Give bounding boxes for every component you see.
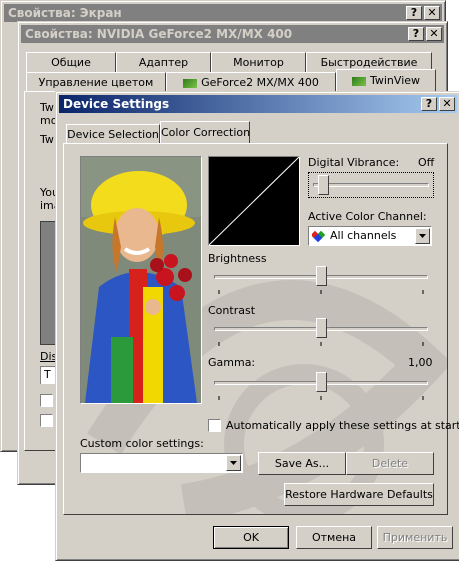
close-button[interactable]: ✕: [439, 97, 455, 111]
gamma-slider[interactable]: [208, 372, 434, 404]
nvidia-logo-icon: [351, 76, 366, 86]
contrast-slider[interactable]: [208, 318, 434, 350]
tab-device-selection[interactable]: Device Selection: [66, 124, 160, 144]
device-settings-title: Device Settings: [63, 97, 170, 111]
ok-button[interactable]: OK: [213, 526, 289, 549]
partial-text: Tw: [40, 133, 54, 146]
digital-vibrance-slider[interactable]: [308, 172, 434, 198]
slider-thumb[interactable]: [315, 372, 327, 392]
partial-checkbox[interactable]: [40, 394, 53, 407]
preview-photo: [80, 156, 202, 404]
display-properties-titlebar: Свойства: Экран ? ✕: [4, 4, 442, 22]
auto-apply-checkbox[interactable]: [208, 419, 221, 432]
close-button[interactable]: ✕: [426, 27, 442, 41]
tab-label: TwinView: [369, 74, 421, 87]
slider-thumb[interactable]: [318, 175, 330, 195]
contrast-label: Contrast: [208, 304, 256, 317]
nvidia-properties-titlebar: Свойства: NVIDIA GeForce2 MX/MX 400 ? ✕: [21, 25, 444, 43]
active-channel-dropdown[interactable]: All channels: [308, 226, 432, 246]
tab-label: Монитор: [233, 56, 284, 69]
device-settings-dialog: Device Settings ? ✕ Device Selection Col…: [55, 91, 459, 561]
delete-label: Delete: [371, 457, 409, 470]
slider-track: [313, 183, 429, 187]
delete-button[interactable]: Delete: [346, 452, 434, 475]
tab-color-correction[interactable]: Color Correction: [160, 121, 250, 144]
help-button[interactable]: ?: [408, 27, 424, 41]
tab-label: Адаптер: [138, 56, 189, 69]
tab-adapter[interactable]: Адаптер: [116, 52, 211, 72]
tab-label: Color Correction: [161, 126, 251, 139]
device-settings-titlebar: Device Settings ? ✕: [59, 95, 457, 113]
digital-vibrance-label: Digital Vibrance:: [308, 156, 400, 169]
brightness-slider[interactable]: [208, 266, 434, 298]
active-channel-label: Active Color Channel:: [308, 210, 427, 223]
partial-text: Tw: [40, 101, 54, 114]
tab-label: Device Selection: [67, 128, 159, 141]
tab-label: Быстродействие: [320, 56, 418, 69]
tab-label: Управление цветом: [38, 76, 154, 89]
gamma-value: 1,00: [408, 356, 433, 369]
color-curve-display: [208, 156, 300, 246]
help-button[interactable]: ?: [421, 97, 437, 111]
active-channel-value: All channels: [330, 229, 397, 242]
tab-color-management[interactable]: Управление цветом: [26, 72, 166, 92]
nvidia-properties-title: Свойства: NVIDIA GeForce2 MX/MX 400: [25, 27, 293, 41]
chevron-down-icon[interactable]: [226, 455, 241, 471]
save-as-label: Save As...: [274, 457, 330, 470]
digital-vibrance-value: Off: [418, 156, 435, 169]
partial-text: T: [44, 368, 51, 381]
tab-label: GeForce2 MX/MX 400: [201, 76, 319, 89]
apply-label: Применить: [382, 531, 448, 544]
tab-twinview[interactable]: TwinView: [336, 69, 436, 92]
cancel-label: Отмена: [311, 531, 357, 544]
restore-defaults-button[interactable]: Restore Hardware Defaults: [284, 483, 434, 506]
auto-apply-label[interactable]: Automatically apply these settings at st…: [226, 419, 459, 432]
close-button[interactable]: ✕: [424, 6, 440, 20]
tab-geforce[interactable]: GeForce2 MX/MX 400: [166, 72, 336, 92]
custom-color-label: Custom color settings:: [80, 437, 204, 450]
tab-label: Общие: [51, 56, 91, 69]
slider-thumb[interactable]: [315, 318, 327, 338]
brightness-label: Brightness: [208, 252, 267, 265]
save-as-button[interactable]: Save As...: [258, 452, 346, 475]
chevron-down-icon[interactable]: [415, 228, 430, 244]
ok-label: OK: [243, 531, 259, 544]
slider-thumb[interactable]: [315, 266, 327, 286]
gamma-label: Gamma:: [208, 356, 256, 369]
rgb-channels-icon: [312, 230, 326, 242]
apply-button[interactable]: Применить: [377, 526, 453, 549]
slider-ticks: [218, 342, 424, 346]
slider-ticks: [218, 290, 424, 294]
display-properties-title: Свойства: Экран: [8, 6, 122, 20]
tab-general[interactable]: Общие: [26, 52, 116, 72]
preview-photo-image: [81, 157, 201, 403]
help-button[interactable]: ?: [406, 6, 422, 20]
tab-monitor[interactable]: Монитор: [211, 52, 306, 72]
partial-checkbox[interactable]: [40, 414, 53, 427]
color-curve-graph: [209, 157, 299, 245]
nvidia-logo-icon: [183, 78, 198, 88]
restore-defaults-label: Restore Hardware Defaults: [285, 488, 433, 501]
slider-ticks: [218, 396, 424, 400]
cancel-button[interactable]: Отмена: [296, 526, 372, 549]
custom-color-dropdown[interactable]: [80, 453, 243, 473]
